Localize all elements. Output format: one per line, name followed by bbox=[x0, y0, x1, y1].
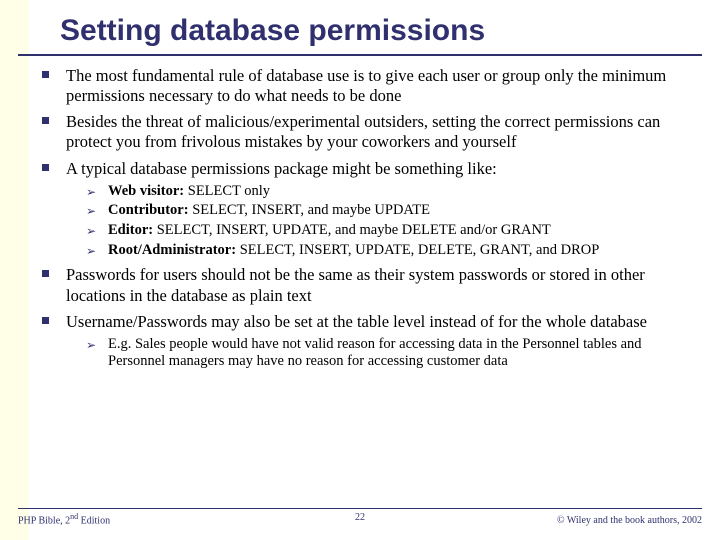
role-label: Web visitor: bbox=[108, 183, 184, 199]
sub-bullet-item: Editor: SELECT, INSERT, UPDATE, and mayb… bbox=[108, 222, 688, 240]
sub-bullet-item: E.g. Sales people would have not valid r… bbox=[108, 336, 688, 371]
bullet-item: The most fundamental rule of database us… bbox=[66, 66, 688, 106]
role-perms: SELECT, INSERT, UPDATE, and maybe DELETE… bbox=[153, 222, 551, 238]
footer-page-number: 22 bbox=[18, 512, 702, 523]
bullet-item: Username/Passwords may also be set at th… bbox=[66, 312, 688, 372]
sub-bullet-list: E.g. Sales people would have not valid r… bbox=[66, 336, 688, 371]
role-label: Root/Administrator: bbox=[108, 242, 236, 258]
bullet-item: Besides the threat of malicious/experime… bbox=[66, 112, 688, 152]
bullet-list: The most fundamental rule of database us… bbox=[30, 66, 688, 371]
role-perms: SELECT, INSERT, and maybe UPDATE bbox=[189, 202, 430, 218]
bullet-item: A typical database permissions package m… bbox=[66, 159, 688, 260]
bullet-text: Username/Passwords may also be set at th… bbox=[66, 312, 647, 331]
role-label: Editor: bbox=[108, 222, 153, 238]
slide-content: The most fundamental rule of database us… bbox=[0, 66, 720, 371]
sub-bullet-item: Web visitor: SELECT only bbox=[108, 183, 688, 201]
sub-bullet-item: Root/Administrator: SELECT, INSERT, UPDA… bbox=[108, 242, 688, 260]
bullet-item: Passwords for users should not be the sa… bbox=[66, 265, 688, 305]
sub-bullet-item: Contributor: SELECT, INSERT, and maybe U… bbox=[108, 202, 688, 220]
role-label: Contributor: bbox=[108, 202, 189, 218]
bullet-text: A typical database permissions package m… bbox=[66, 159, 497, 178]
sub-bullet-list: Web visitor: SELECT only Contributor: SE… bbox=[66, 183, 688, 260]
title-rule bbox=[18, 54, 702, 56]
slide-footer: PHP Bible, 2nd Edition 22 © Wiley and th… bbox=[18, 508, 702, 526]
role-perms: SELECT only bbox=[184, 183, 270, 199]
role-perms: SELECT, INSERT, UPDATE, DELETE, GRANT, a… bbox=[236, 242, 599, 258]
slide-title: Setting database permissions bbox=[0, 0, 720, 54]
